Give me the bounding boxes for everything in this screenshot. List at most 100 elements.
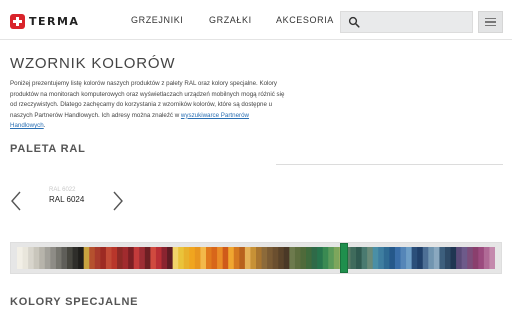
palette-swatch[interactable] (400, 247, 407, 269)
palette-swatch[interactable] (39, 247, 46, 269)
palette-swatch[interactable] (461, 247, 468, 269)
palette-swatch[interactable] (394, 247, 402, 269)
palette-swatch[interactable] (389, 247, 396, 269)
palette-swatch[interactable] (83, 247, 90, 269)
palette-swatch[interactable] (489, 247, 495, 269)
palette-swatch[interactable] (17, 247, 24, 269)
palette-swatch[interactable] (417, 247, 424, 269)
palette-swatch[interactable] (244, 247, 251, 269)
palette-swatch[interactable] (55, 247, 62, 269)
palette-swatch[interactable] (122, 247, 129, 269)
palette-swatch[interactable] (467, 247, 474, 269)
palette-swatch[interactable] (89, 247, 96, 269)
palette-swatch[interactable] (128, 247, 135, 269)
palette-swatch[interactable] (450, 247, 457, 269)
nav-item-akcesoria[interactable]: AKCESORIA (276, 15, 334, 25)
palette-swatch[interactable] (306, 247, 313, 269)
palette-swatch[interactable] (189, 247, 196, 269)
ral-palette-title: PALETA RAL (10, 143, 86, 155)
palette-swatch[interactable] (411, 247, 418, 269)
palette-swatch[interactable] (456, 247, 463, 269)
palette-swatch[interactable] (283, 247, 290, 269)
palette-swatch[interactable] (178, 247, 185, 269)
palette-swatch[interactable] (256, 247, 263, 269)
palette-swatch[interactable] (328, 247, 335, 269)
palette-swatch[interactable] (155, 247, 163, 269)
palette-swatch[interactable] (150, 247, 157, 269)
palette-swatch[interactable] (217, 247, 224, 269)
palette-swatch[interactable] (67, 247, 74, 269)
palette-swatch[interactable] (239, 247, 246, 269)
palette-swatch[interactable] (233, 247, 240, 269)
palette-swatch[interactable] (311, 247, 318, 269)
palette-swatch[interactable] (183, 247, 190, 269)
palette-swatch[interactable] (333, 247, 340, 269)
palette-swatch[interactable] (44, 247, 51, 269)
palette-swatch[interactable] (372, 247, 379, 269)
palette-swatch[interactable] (483, 247, 490, 269)
nav-item-grzejniki[interactable]: GRZEJNIKI (131, 15, 183, 25)
terma-logo[interactable]: TERMA (10, 13, 79, 29)
ral-color-palette[interactable] (10, 242, 502, 274)
palette-swatch[interactable] (367, 247, 374, 269)
palette-swatch[interactable] (294, 247, 301, 269)
menu-button[interactable] (478, 11, 503, 33)
palette-swatch[interactable] (439, 247, 446, 269)
search-icon[interactable] (348, 16, 360, 28)
palette-swatch[interactable] (278, 247, 285, 269)
palette-swatch[interactable] (422, 247, 429, 269)
palette-swatch[interactable] (50, 247, 57, 269)
palette-swatch[interactable] (161, 247, 168, 269)
palette-swatch[interactable] (78, 247, 85, 269)
palette-swatch[interactable] (172, 247, 179, 269)
palette-swatch[interactable] (211, 247, 218, 269)
palette-swatch[interactable] (444, 247, 452, 269)
palette-swatch[interactable] (250, 247, 257, 269)
palette-swatch[interactable] (133, 247, 140, 269)
palette-swatch[interactable] (433, 247, 440, 269)
palette-swatch[interactable] (267, 247, 274, 269)
palette-swatch[interactable] (105, 247, 112, 269)
palette-swatch[interactable] (378, 247, 385, 269)
palette-swatch[interactable] (100, 247, 107, 269)
palette-swatch[interactable] (28, 247, 35, 269)
palette-swatch[interactable] (350, 247, 357, 269)
palette-swatch[interactable] (200, 247, 207, 269)
palette-swatch[interactable] (406, 247, 413, 269)
palette-swatch[interactable] (194, 247, 201, 269)
palette-swatch[interactable] (383, 247, 390, 269)
palette-swatch[interactable] (472, 247, 479, 269)
palette-swatch[interactable] (117, 247, 124, 269)
palette-swatch[interactable] (478, 247, 485, 269)
palette-swatch[interactable] (317, 247, 324, 269)
palette-swatch[interactable] (72, 247, 79, 269)
palette-swatch[interactable] (144, 247, 151, 269)
palette-swatch[interactable] (94, 247, 101, 269)
palette-swatch[interactable] (205, 247, 213, 269)
palette-swatch[interactable] (289, 247, 296, 269)
palette-swatch[interactable] (361, 247, 368, 269)
site-header: TERMA GRZEJNIKI GRZAŁKI AKCESORIA (0, 0, 512, 40)
palette-swatch[interactable] (261, 247, 268, 269)
chevron-left-icon[interactable] (9, 190, 23, 212)
palette-swatch[interactable] (300, 247, 307, 269)
palette-swatch[interactable] (167, 247, 174, 269)
palette-swatch[interactable] (222, 247, 229, 269)
palette-swatch[interactable] (322, 247, 329, 269)
palette-swatch[interactable] (356, 247, 363, 269)
palette-swatch[interactable] (33, 247, 40, 269)
palette-swatch[interactable] (22, 247, 29, 269)
palette-selector-handle[interactable] (340, 243, 349, 273)
palette-strip[interactable] (17, 247, 495, 269)
palette-swatch[interactable] (111, 247, 118, 269)
search-input[interactable] (367, 14, 469, 30)
nav-item-grzalki[interactable]: GRZAŁKI (209, 15, 252, 25)
chevron-right-icon[interactable] (111, 190, 125, 212)
search-box[interactable] (340, 11, 473, 33)
palette-swatch[interactable] (139, 247, 146, 269)
palette-swatch[interactable] (228, 247, 235, 269)
palette-swatch[interactable] (272, 247, 279, 269)
palette-swatch[interactable] (61, 247, 68, 269)
page-title: WZORNIK KOLORÓW (10, 55, 176, 72)
palette-swatch[interactable] (428, 247, 435, 269)
